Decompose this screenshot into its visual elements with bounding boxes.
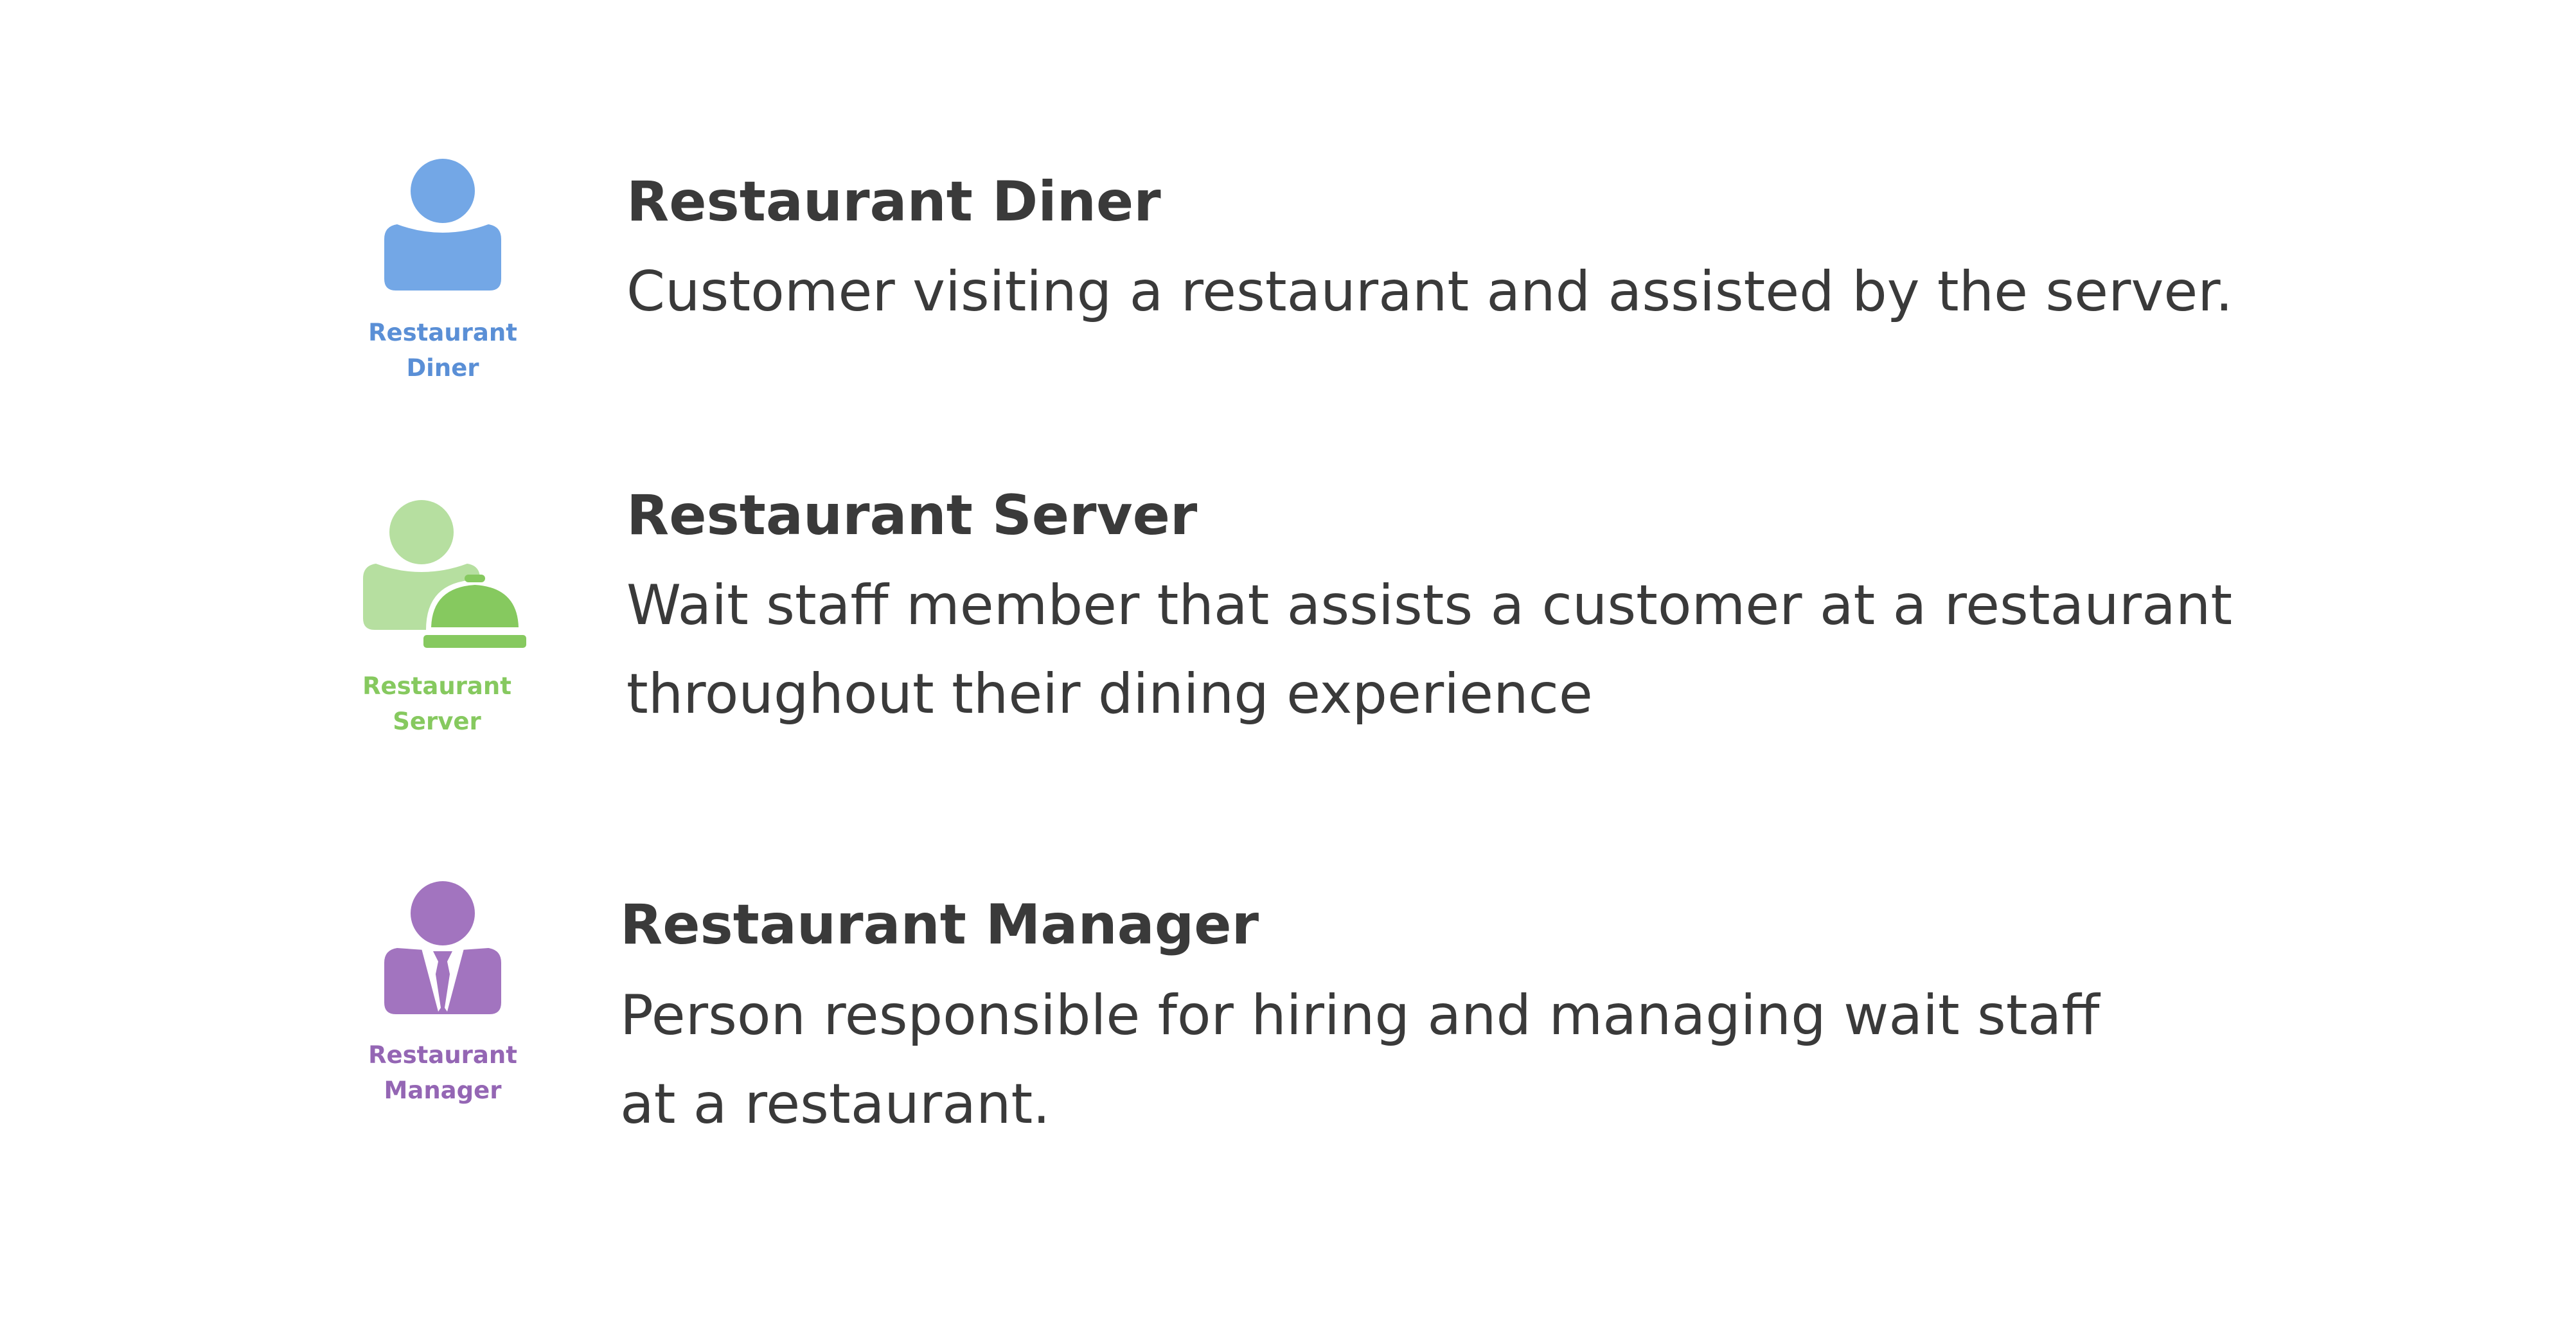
persona-description: Wait staff member that assists a custome… [626, 561, 2232, 738]
caption-line-2: Manager [384, 1077, 502, 1104]
description-line-1: Wait staff member that assists a custome… [626, 573, 2233, 638]
server-with-cloche-icon [363, 499, 529, 652]
caption-line-1: Restaurant [368, 319, 517, 346]
persona-description: Person responsible for hiring and managi… [620, 971, 2100, 1149]
persona-title: Restaurant Server [626, 483, 1198, 548]
manager-icon-caption: Restaurant Manager [333, 1037, 552, 1108]
description-line-2: throughout their dining experience [626, 662, 1593, 726]
persona-description: Customer visiting a restaurant and assis… [626, 247, 2233, 336]
description-line-1: Customer visiting a restaurant and assis… [626, 260, 2234, 324]
diner-icon-caption: Restaurant Diner [333, 315, 552, 386]
caption-line-1: Restaurant [368, 1041, 517, 1069]
caption-line-2: Diner [406, 354, 479, 382]
description-line-1: Person responsible for hiring and managi… [620, 983, 2100, 1048]
caption-line-2: Server [393, 708, 481, 735]
description-line-2: at a restaurant. [620, 1072, 1051, 1136]
caption-line-1: Restaurant [362, 672, 511, 700]
person-icon [384, 157, 501, 291]
manager-with-tie-icon [384, 879, 501, 1014]
persona-title: Restaurant Diner [626, 170, 1161, 234]
server-icon-caption: Restaurant Server [328, 668, 546, 739]
persona-title: Restaurant Manager [620, 893, 1259, 957]
